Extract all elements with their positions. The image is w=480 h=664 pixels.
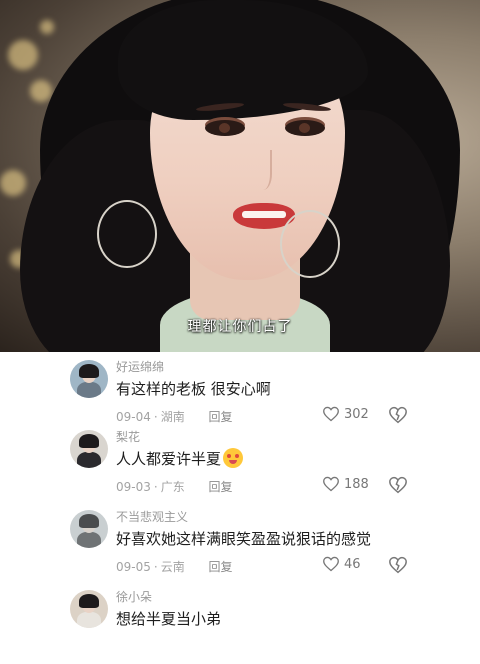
avatar-figure: [79, 514, 99, 528]
laughing-emoji-icon: [223, 448, 244, 468]
avatar-figure: [79, 364, 99, 378]
comment-text: 想给半夏当小弟: [116, 610, 222, 628]
avatar[interactable]: [70, 360, 108, 398]
comment-list: 好运绵绵 有这样的老板 很安心啊 09-04 · 湖南 回复 302 梨花 人人都爱…: [0, 352, 480, 642]
comment-meta: 09-04 · 湖南 回复: [116, 408, 233, 425]
comment-location: 云南: [160, 560, 185, 574]
background-light: [40, 20, 54, 34]
avatar-figure: [77, 452, 101, 468]
comment-item: 徐小朵 想给半夏当小弟: [0, 584, 480, 664]
video-subtitle: 理都让你们占了: [187, 319, 293, 335]
comment-date: 09-03: [116, 480, 151, 494]
comment-text: 有这样的老板 很安心啊: [116, 380, 271, 398]
avatar-figure: [79, 434, 99, 448]
hoop-earring: [97, 200, 157, 268]
broken-heart-icon[interactable]: [388, 476, 408, 494]
avatar-figure: [77, 532, 101, 548]
comment-username[interactable]: 徐小朵: [116, 588, 152, 605]
comment-location: 广东: [160, 480, 185, 494]
comment-item: 梨花 人人都爱许半夏 09-03 · 广东 回复 188: [0, 424, 480, 504]
reply-button[interactable]: 回复: [209, 410, 233, 424]
separator: ·: [153, 480, 158, 494]
like-button[interactable]: 46: [322, 556, 361, 572]
comment-meta: 09-05 · 云南 回复: [116, 558, 233, 575]
like-count: 302: [344, 406, 369, 422]
avatar[interactable]: [70, 590, 108, 628]
avatar-figure: [77, 382, 101, 398]
avatar-figure: [79, 594, 99, 608]
nose: [250, 150, 272, 190]
comment-text: 好喜欢她这样满眼笑盈盈说狠话的感觉: [116, 530, 372, 548]
broken-heart-icon[interactable]: [388, 406, 408, 424]
heart-outline-icon: [323, 556, 339, 572]
comment-username[interactable]: 梨花: [116, 428, 140, 445]
background-light: [8, 40, 38, 70]
video-frame[interactable]: 理都让你们占了: [0, 0, 480, 352]
background-light: [0, 170, 26, 196]
like-count: 46: [344, 556, 361, 572]
comment-text-body: 人人都爱许半夏: [116, 450, 222, 468]
comment-date: 09-05: [116, 560, 151, 574]
comment-username[interactable]: 好运绵绵: [116, 358, 164, 375]
like-count: 188: [344, 476, 369, 492]
reply-button[interactable]: 回复: [209, 560, 233, 574]
hoop-earring: [280, 210, 340, 278]
avatar[interactable]: [70, 430, 108, 468]
avatar[interactable]: [70, 510, 108, 548]
eye: [285, 120, 325, 136]
comment-date: 09-04: [116, 410, 151, 424]
eye: [205, 120, 245, 136]
comment-username[interactable]: 不当悲观主义: [116, 508, 188, 525]
separator: ·: [153, 560, 158, 574]
comment-location: 湖南: [160, 410, 185, 424]
comment-meta: 09-03 · 广东 回复: [116, 478, 233, 495]
like-button[interactable]: 188: [322, 476, 369, 492]
separator: ·: [153, 410, 158, 424]
avatar-figure: [77, 612, 101, 628]
broken-heart-icon[interactable]: [388, 556, 408, 574]
like-button[interactable]: 302: [322, 406, 369, 422]
heart-outline-icon: [323, 406, 339, 422]
comment-item: 好运绵绵 有这样的老板 很安心啊 09-04 · 湖南 回复 302: [0, 354, 480, 434]
reply-button[interactable]: 回复: [209, 480, 233, 494]
comment-text: 人人都爱许半夏: [116, 448, 244, 469]
background-light: [30, 80, 52, 102]
comment-item: 不当悲观主义 好喜欢她这样满眼笑盈盈说狠话的感觉 09-05 · 云南 回复 46: [0, 504, 480, 584]
heart-outline-icon: [323, 476, 339, 492]
